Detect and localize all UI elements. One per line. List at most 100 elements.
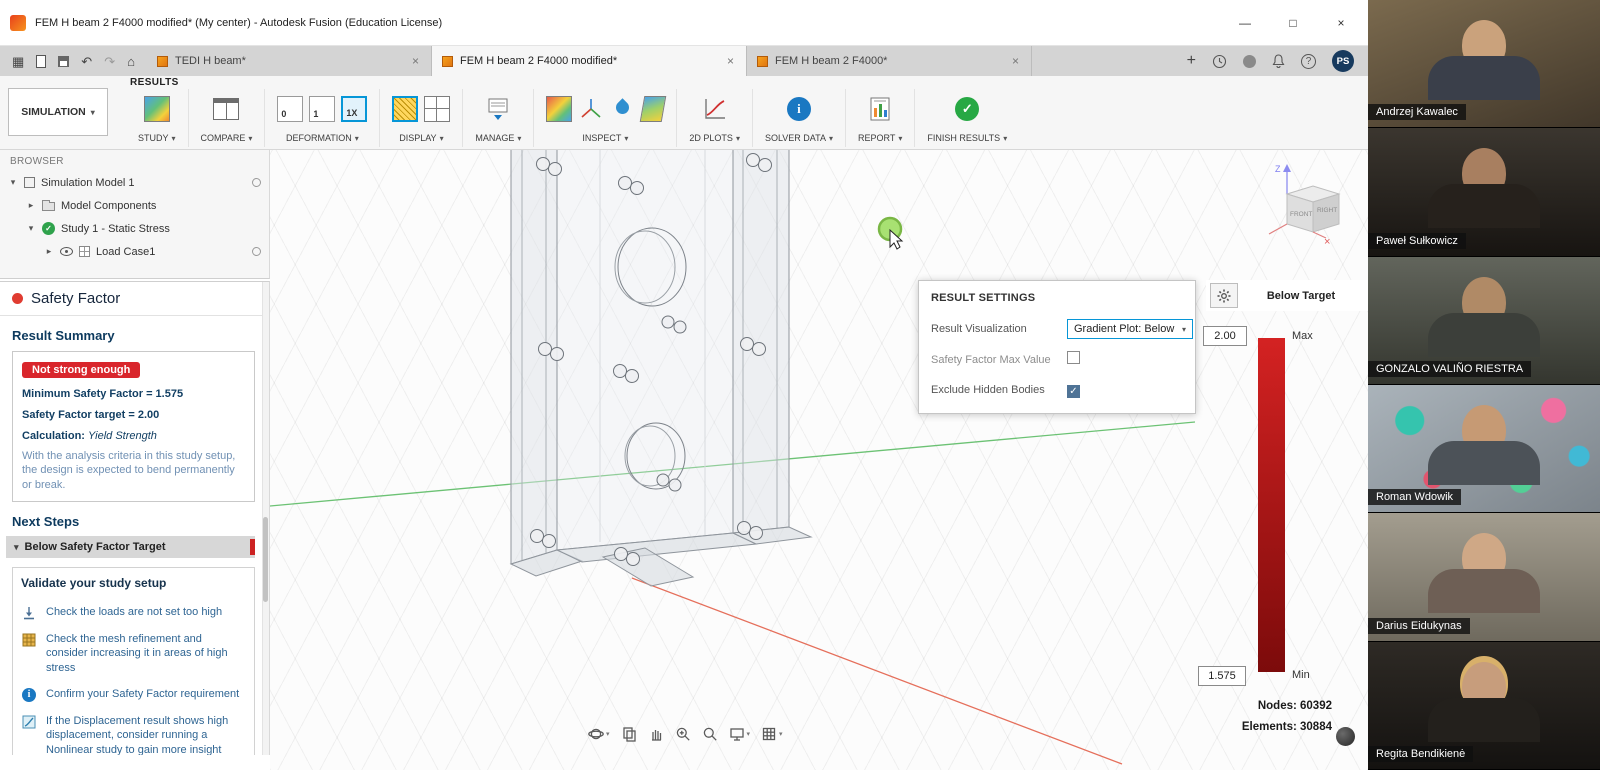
- ribbon-group-study[interactable]: STUDY▾: [126, 89, 188, 147]
- notifications-bell-icon[interactable]: [1272, 54, 1285, 68]
- finish-results-check-icon[interactable]: ✓: [955, 97, 979, 121]
- job-status-icon[interactable]: [1212, 54, 1227, 69]
- panel-scrollbar[interactable]: [262, 282, 269, 755]
- ribbon-group-solver-data[interactable]: i SOLVER DATA▾: [752, 89, 845, 147]
- participant-tile[interactable]: GONZALO VALIÑO RIESTRA: [1368, 257, 1600, 385]
- analysis-description: With the analysis criteria in this study…: [22, 449, 245, 494]
- grid-settings-icon[interactable]: ▾: [761, 726, 783, 742]
- ribbon-tab-results[interactable]: RESULTS: [130, 77, 179, 88]
- h-beam-model[interactable]: [511, 150, 811, 586]
- report-icon[interactable]: [867, 96, 893, 122]
- deformation-scale-icon[interactable]: 1X: [341, 96, 367, 122]
- home-icon[interactable]: ⌂: [127, 55, 135, 68]
- eye-icon[interactable]: [60, 247, 73, 256]
- tab-fem-h-beam-modified[interactable]: FEM H beam 2 F4000 modified* ×: [432, 46, 747, 76]
- loads-icon: [21, 606, 37, 620]
- next-step-item: i Confirm your Safety Factor requirement: [21, 681, 246, 708]
- user-avatar[interactable]: PS: [1332, 50, 1354, 72]
- display-layout-icon[interactable]: [424, 96, 450, 122]
- ribbon-group-manage[interactable]: MANAGE▾: [462, 89, 533, 147]
- result-summary-header: Result Summary: [12, 328, 255, 343]
- display-settings-icon[interactable]: ▾: [729, 726, 751, 742]
- tree-item-simulation-model[interactable]: ▾ Simulation Model 1: [0, 171, 269, 194]
- maximize-icon[interactable]: □: [1284, 16, 1302, 30]
- exclude-hidden-bodies-checkbox[interactable]: ✓: [1067, 385, 1080, 398]
- study-icon[interactable]: [144, 96, 170, 122]
- participant-tile[interactable]: Regita Bendikienė: [1368, 642, 1600, 770]
- ribbon-group-inspect[interactable]: INSPECT▾: [533, 89, 676, 147]
- minimize-icon[interactable]: —: [1236, 16, 1254, 30]
- file-menu-icon[interactable]: [36, 55, 46, 68]
- view-cube[interactable]: Z FRONT RIGHT ×: [1269, 164, 1339, 248]
- ribbon-group-2d-plots[interactable]: 2D PLOTS▾: [676, 89, 752, 147]
- tree-item-study-static-stress[interactable]: ▾ ✓ Study 1 - Static Stress: [0, 217, 269, 240]
- chevron-down-icon[interactable]: ▾: [8, 177, 18, 188]
- help-icon[interactable]: ?: [1301, 54, 1316, 69]
- severity-tick: [250, 539, 255, 555]
- visibility-radio-icon[interactable]: [252, 178, 261, 187]
- zoom-icon[interactable]: [702, 726, 718, 742]
- tab-close-icon[interactable]: ×: [725, 54, 736, 68]
- chevron-right-icon[interactable]: ▸: [44, 246, 54, 257]
- min-safety-factor-line: Minimum Safety Factor = 1.575: [22, 387, 245, 402]
- ribbon-group-display[interactable]: DISPLAY▾: [379, 89, 462, 147]
- zoom-window-icon[interactable]: [675, 726, 691, 742]
- chevron-down-icon[interactable]: ▾: [26, 223, 36, 234]
- legend-header: Below Target: [1206, 280, 1368, 311]
- participant-tile[interactable]: Darius Eidukynas: [1368, 513, 1600, 641]
- result-visualization-dropdown[interactable]: Gradient Plot: Below ▾: [1067, 319, 1193, 339]
- tab-close-icon[interactable]: ×: [410, 54, 421, 68]
- save-icon[interactable]: [58, 56, 69, 67]
- redo-icon[interactable]: ↷: [104, 55, 115, 68]
- participant-tile[interactable]: Andrzej Kawalec: [1368, 0, 1600, 128]
- legend-max-value[interactable]: 2.00: [1203, 326, 1247, 346]
- workspace-selector[interactable]: SIMULATION ▾: [8, 88, 108, 136]
- quick-access-toolbar: ▦ ↶ ↷ ⌂: [0, 46, 147, 76]
- tree-item-load-case[interactable]: ▸ Load Case1: [0, 240, 269, 263]
- chevron-down-icon: ▾: [736, 134, 740, 143]
- safety-factor-max-checkbox[interactable]: [1067, 351, 1080, 364]
- tree-item-model-components[interactable]: ▸ Model Components: [0, 194, 269, 217]
- deformation-actual-icon[interactable]: 1: [309, 96, 335, 122]
- inspect-results-icon[interactable]: [546, 96, 572, 122]
- job-status-orb-icon[interactable]: [1336, 727, 1355, 746]
- ribbon-group-report[interactable]: REPORT▾: [845, 89, 914, 147]
- window-controls: — □ ×: [1236, 16, 1358, 30]
- participant-tile[interactable]: Paweł Sułkowicz: [1368, 128, 1600, 256]
- ribbon-group-finish-results[interactable]: ✓ FINISH RESULTS▾: [914, 89, 1019, 147]
- safety-panel-body: Result Summary Not strong enough Minimum…: [0, 316, 269, 755]
- nodes-count: Nodes: 60392: [1242, 696, 1332, 717]
- tab-tedi-h-beam[interactable]: TEDI H beam* ×: [147, 46, 432, 76]
- orbit-icon[interactable]: ▾: [588, 726, 610, 742]
- extensions-icon[interactable]: [1243, 55, 1256, 68]
- chevron-right-icon[interactable]: ▸: [26, 200, 36, 211]
- inspect-triad-icon[interactable]: [578, 96, 604, 122]
- ribbon-group-compare[interactable]: COMPARE▾: [188, 89, 265, 147]
- look-at-icon[interactable]: [621, 726, 637, 742]
- tab-close-icon[interactable]: ×: [1010, 54, 1021, 68]
- pan-icon[interactable]: [648, 726, 664, 742]
- scrollbar-thumb[interactable]: [263, 517, 268, 602]
- 3d-viewport[interactable]: Z FRONT RIGHT × RESULT SETTINGS: [270, 150, 1368, 770]
- legend-min-value[interactable]: 1.575: [1198, 666, 1246, 686]
- close-icon[interactable]: ×: [1332, 16, 1350, 30]
- compare-icon[interactable]: [213, 98, 239, 120]
- participant-tile[interactable]: Roman Wdowik: [1368, 385, 1600, 513]
- legend-settings-button[interactable]: [1210, 283, 1238, 308]
- new-tab-icon[interactable]: +: [1187, 52, 1196, 70]
- safety-panel-header: Safety Factor: [0, 282, 269, 316]
- legend-min-label: Min: [1292, 669, 1310, 681]
- visibility-radio-icon[interactable]: [252, 247, 261, 256]
- ribbon-group-deformation[interactable]: 0 1 1X DEFORMATION▾: [264, 89, 379, 147]
- inspect-probe-icon[interactable]: [610, 96, 636, 122]
- inspect-slice-icon[interactable]: [640, 96, 667, 122]
- app-grid-icon[interactable]: ▦: [12, 55, 24, 68]
- 2d-plots-icon[interactable]: [702, 96, 728, 122]
- undo-icon[interactable]: ↶: [81, 55, 92, 68]
- below-safety-factor-target-row[interactable]: ▾ Below Safety Factor Target: [6, 536, 255, 558]
- deformation-undeformed-icon[interactable]: 0: [277, 96, 303, 122]
- solver-data-info-icon[interactable]: i: [787, 97, 811, 121]
- tab-fem-h-beam[interactable]: FEM H beam 2 F4000* ×: [747, 46, 1032, 76]
- display-dof-icon[interactable]: [392, 96, 418, 122]
- manage-icon[interactable]: [485, 96, 511, 122]
